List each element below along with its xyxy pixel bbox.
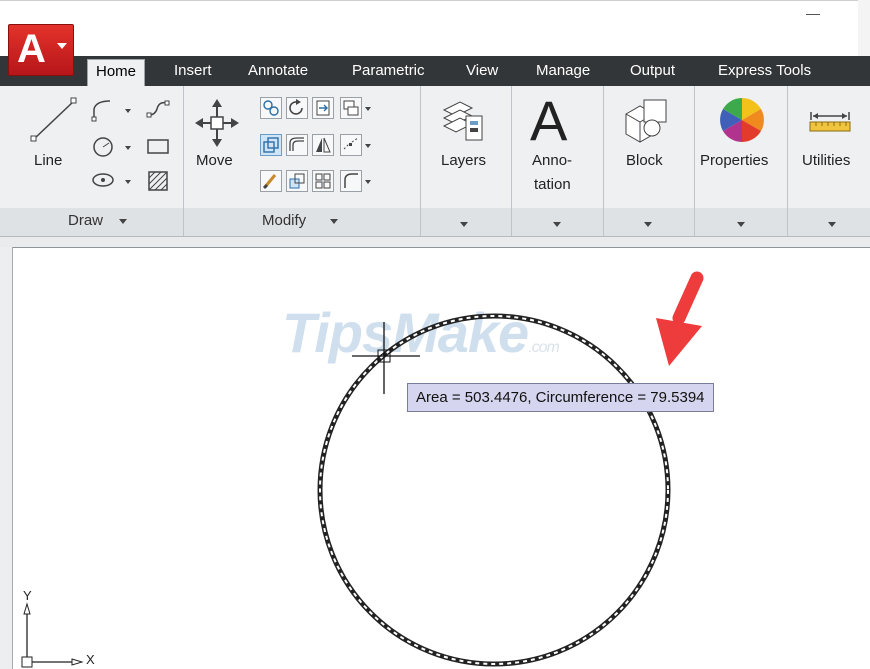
canvas-graphics: [21, 271, 704, 668]
selected-circle[interactable]: [317, 313, 671, 667]
ucs-icon: [21, 602, 84, 668]
ucs-x-label: X: [86, 652, 95, 667]
autocad-logo-icon: A: [17, 27, 46, 71]
red-arrow-icon: [656, 271, 704, 366]
measure-tooltip: Area = 503.4476, Circumference = 79.5394: [407, 383, 714, 412]
application-menu-button[interactable]: A: [8, 24, 74, 76]
ucs-y-label: Y: [23, 588, 32, 603]
chevron-down-icon: [57, 43, 67, 49]
